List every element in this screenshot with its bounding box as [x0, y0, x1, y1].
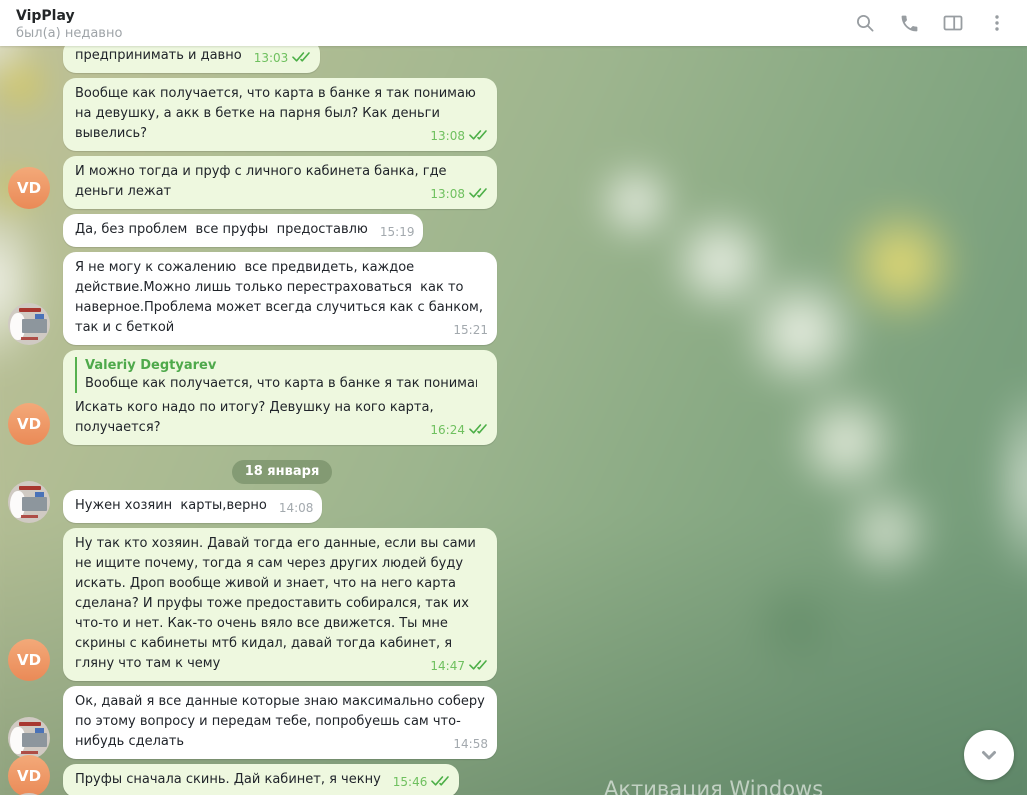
- message-text: И можно тогда и пруф с личного кабинета …: [75, 164, 451, 199]
- read-double-check-icon: [469, 423, 488, 437]
- avatar-peer-photo[interactable]: [8, 303, 50, 345]
- outgoing-message-bubble[interactable]: И можно тогда и пруф с личного кабинета …: [63, 156, 497, 209]
- avatar-sender-initials[interactable]: VD: [8, 755, 50, 795]
- message-meta: 14:58: [453, 737, 488, 751]
- header-actions: [847, 5, 1015, 41]
- message-text: Ну так кто хозяин. Давай тогда его данны…: [75, 536, 480, 671]
- message-text: Да, без проблем все пруфы предоставлю: [75, 222, 368, 237]
- message-row: Я не могу к сожалению все предвидеть, ка…: [8, 252, 556, 345]
- read-double-check-icon: [431, 775, 450, 789]
- message-time: 14:58: [453, 737, 488, 751]
- message-row: Ок, давай я все данные которые знаю макс…: [8, 686, 556, 759]
- outgoing-message-bubble[interactable]: Пруфы сначала скинь. Дай кабинет, я чекн…: [63, 764, 459, 795]
- message-meta: 14:47: [430, 659, 488, 673]
- message-list: предпринимать и давно 13:03 Вообще как пол…: [0, 46, 556, 795]
- read-double-check-icon: [469, 187, 488, 201]
- telegram-chat-window: VipPlay был(а) недавно: [0, 0, 1027, 795]
- message-meta: 15:21: [453, 323, 488, 337]
- phone-call-icon: [899, 13, 920, 34]
- message-meta: 13:03: [254, 51, 312, 65]
- message-row: VD Ну так кто хозяин. Давай тогда его дан…: [8, 528, 556, 681]
- avatar-sender-initials[interactable]: VD: [8, 639, 50, 681]
- message-row: Да, без проблем все пруфы предоставлю 15:…: [8, 214, 556, 247]
- message-row: предпринимать и давно 13:03: [8, 46, 556, 73]
- reply-quote-block[interactable]: Valeriy DegtyarevВообще как получается, …: [75, 357, 485, 393]
- search-button[interactable]: [847, 5, 883, 41]
- avatar-sender-initials[interactable]: VD: [8, 403, 50, 445]
- outgoing-message-bubble[interactable]: предпринимать и давно 13:03: [63, 46, 320, 73]
- read-double-check-icon: [469, 129, 488, 143]
- message-meta: 16:24: [430, 423, 488, 437]
- message-meta: 13:08: [430, 187, 488, 201]
- sidebar-toggle-button[interactable]: [935, 5, 971, 41]
- message-text: Искать кого надо по итогу? Девушку на ко…: [75, 400, 438, 435]
- message-text: Вообще как получается, что карта в банке…: [75, 86, 480, 141]
- message-time: 15:46: [393, 775, 428, 789]
- message-row: Вообще как получается, что карта в банке…: [8, 78, 556, 151]
- incoming-message-bubble[interactable]: Нужен хозяин карты,верно 14:08: [63, 490, 322, 523]
- message-row: VDПруфы сначала скинь. Дай кабинет, я че…: [8, 764, 556, 795]
- message-text: Пруфы сначала скинь. Дай кабинет, я чекн…: [75, 772, 381, 787]
- reply-author-name: Valeriy Degtyarev: [85, 357, 485, 375]
- incoming-message-bubble[interactable]: Да, без проблем все пруфы предоставлю 15:…: [63, 214, 423, 247]
- message-text: Нужен хозяин карты,верно: [75, 498, 267, 513]
- message-meta: 15:19: [380, 225, 415, 239]
- scroll-to-bottom-button[interactable]: [964, 730, 1014, 780]
- menu-button[interactable]: [979, 5, 1015, 41]
- date-separator[interactable]: 18 января: [232, 460, 333, 484]
- chat-header: VipPlay был(а) недавно: [0, 0, 1027, 46]
- chat-area: предпринимать и давно 13:03 Вообще как пол…: [0, 46, 1027, 795]
- message-text: Я не могу к сожалению все предвидеть, ка…: [75, 260, 487, 335]
- message-meta: 14:08: [279, 501, 314, 515]
- outgoing-message-bubble[interactable]: Valeriy DegtyarevВообще как получается, …: [63, 350, 497, 445]
- peer-status: был(а) недавно: [16, 25, 847, 42]
- message-time: 15:21: [453, 323, 488, 337]
- menu-dots-icon: [987, 13, 1007, 33]
- message-text: Ок, давай я все данные которые знаю макс…: [75, 694, 489, 749]
- message-row: VD И можно тогда и пруф с личного кабинет…: [8, 156, 556, 209]
- message-time: 16:24: [430, 423, 465, 437]
- sidebar-toggle-icon: [942, 12, 964, 34]
- read-double-check-icon: [469, 659, 488, 673]
- message-time: 14:08: [279, 501, 314, 515]
- incoming-message-bubble[interactable]: Я не могу к сожалению все предвидеть, ка…: [63, 252, 497, 345]
- message-meta: 13:08: [430, 129, 488, 143]
- outgoing-message-bubble[interactable]: Вообще как получается, что карта в банке…: [63, 78, 497, 151]
- search-icon: [854, 12, 876, 34]
- message-time: 13:03: [254, 51, 289, 65]
- message-text: предпринимать и давно: [75, 48, 242, 63]
- message-meta: 15:46: [393, 775, 451, 789]
- message-time: 14:47: [430, 659, 465, 673]
- avatar-sender-initials[interactable]: VD: [8, 167, 50, 209]
- read-double-check-icon: [292, 51, 311, 65]
- message-time: 13:08: [430, 129, 465, 143]
- reply-quoted-text: Вообще как получается, что карта в банке…: [85, 375, 477, 393]
- call-button[interactable]: [891, 5, 927, 41]
- chevron-down-icon: [978, 744, 1000, 766]
- outgoing-message-bubble[interactable]: Ну так кто хозяин. Давай тогда его данны…: [63, 528, 497, 681]
- date-separator-row: 18 января: [8, 460, 556, 484]
- incoming-message-bubble[interactable]: Ок, давай я все данные которые знаю макс…: [63, 686, 497, 759]
- peer-info[interactable]: VipPlay был(а) недавно: [16, 5, 847, 42]
- message-time: 15:19: [380, 225, 415, 239]
- avatar-peer-photo[interactable]: [8, 481, 50, 523]
- message-row: Нужен хозяин карты,верно 14:08: [8, 490, 556, 523]
- message-row: VD Valeriy DegtyarevВообще как получается…: [8, 350, 556, 445]
- avatar-peer-photo[interactable]: [8, 717, 50, 759]
- peer-title: VipPlay: [16, 7, 847, 25]
- message-time: 13:08: [430, 187, 465, 201]
